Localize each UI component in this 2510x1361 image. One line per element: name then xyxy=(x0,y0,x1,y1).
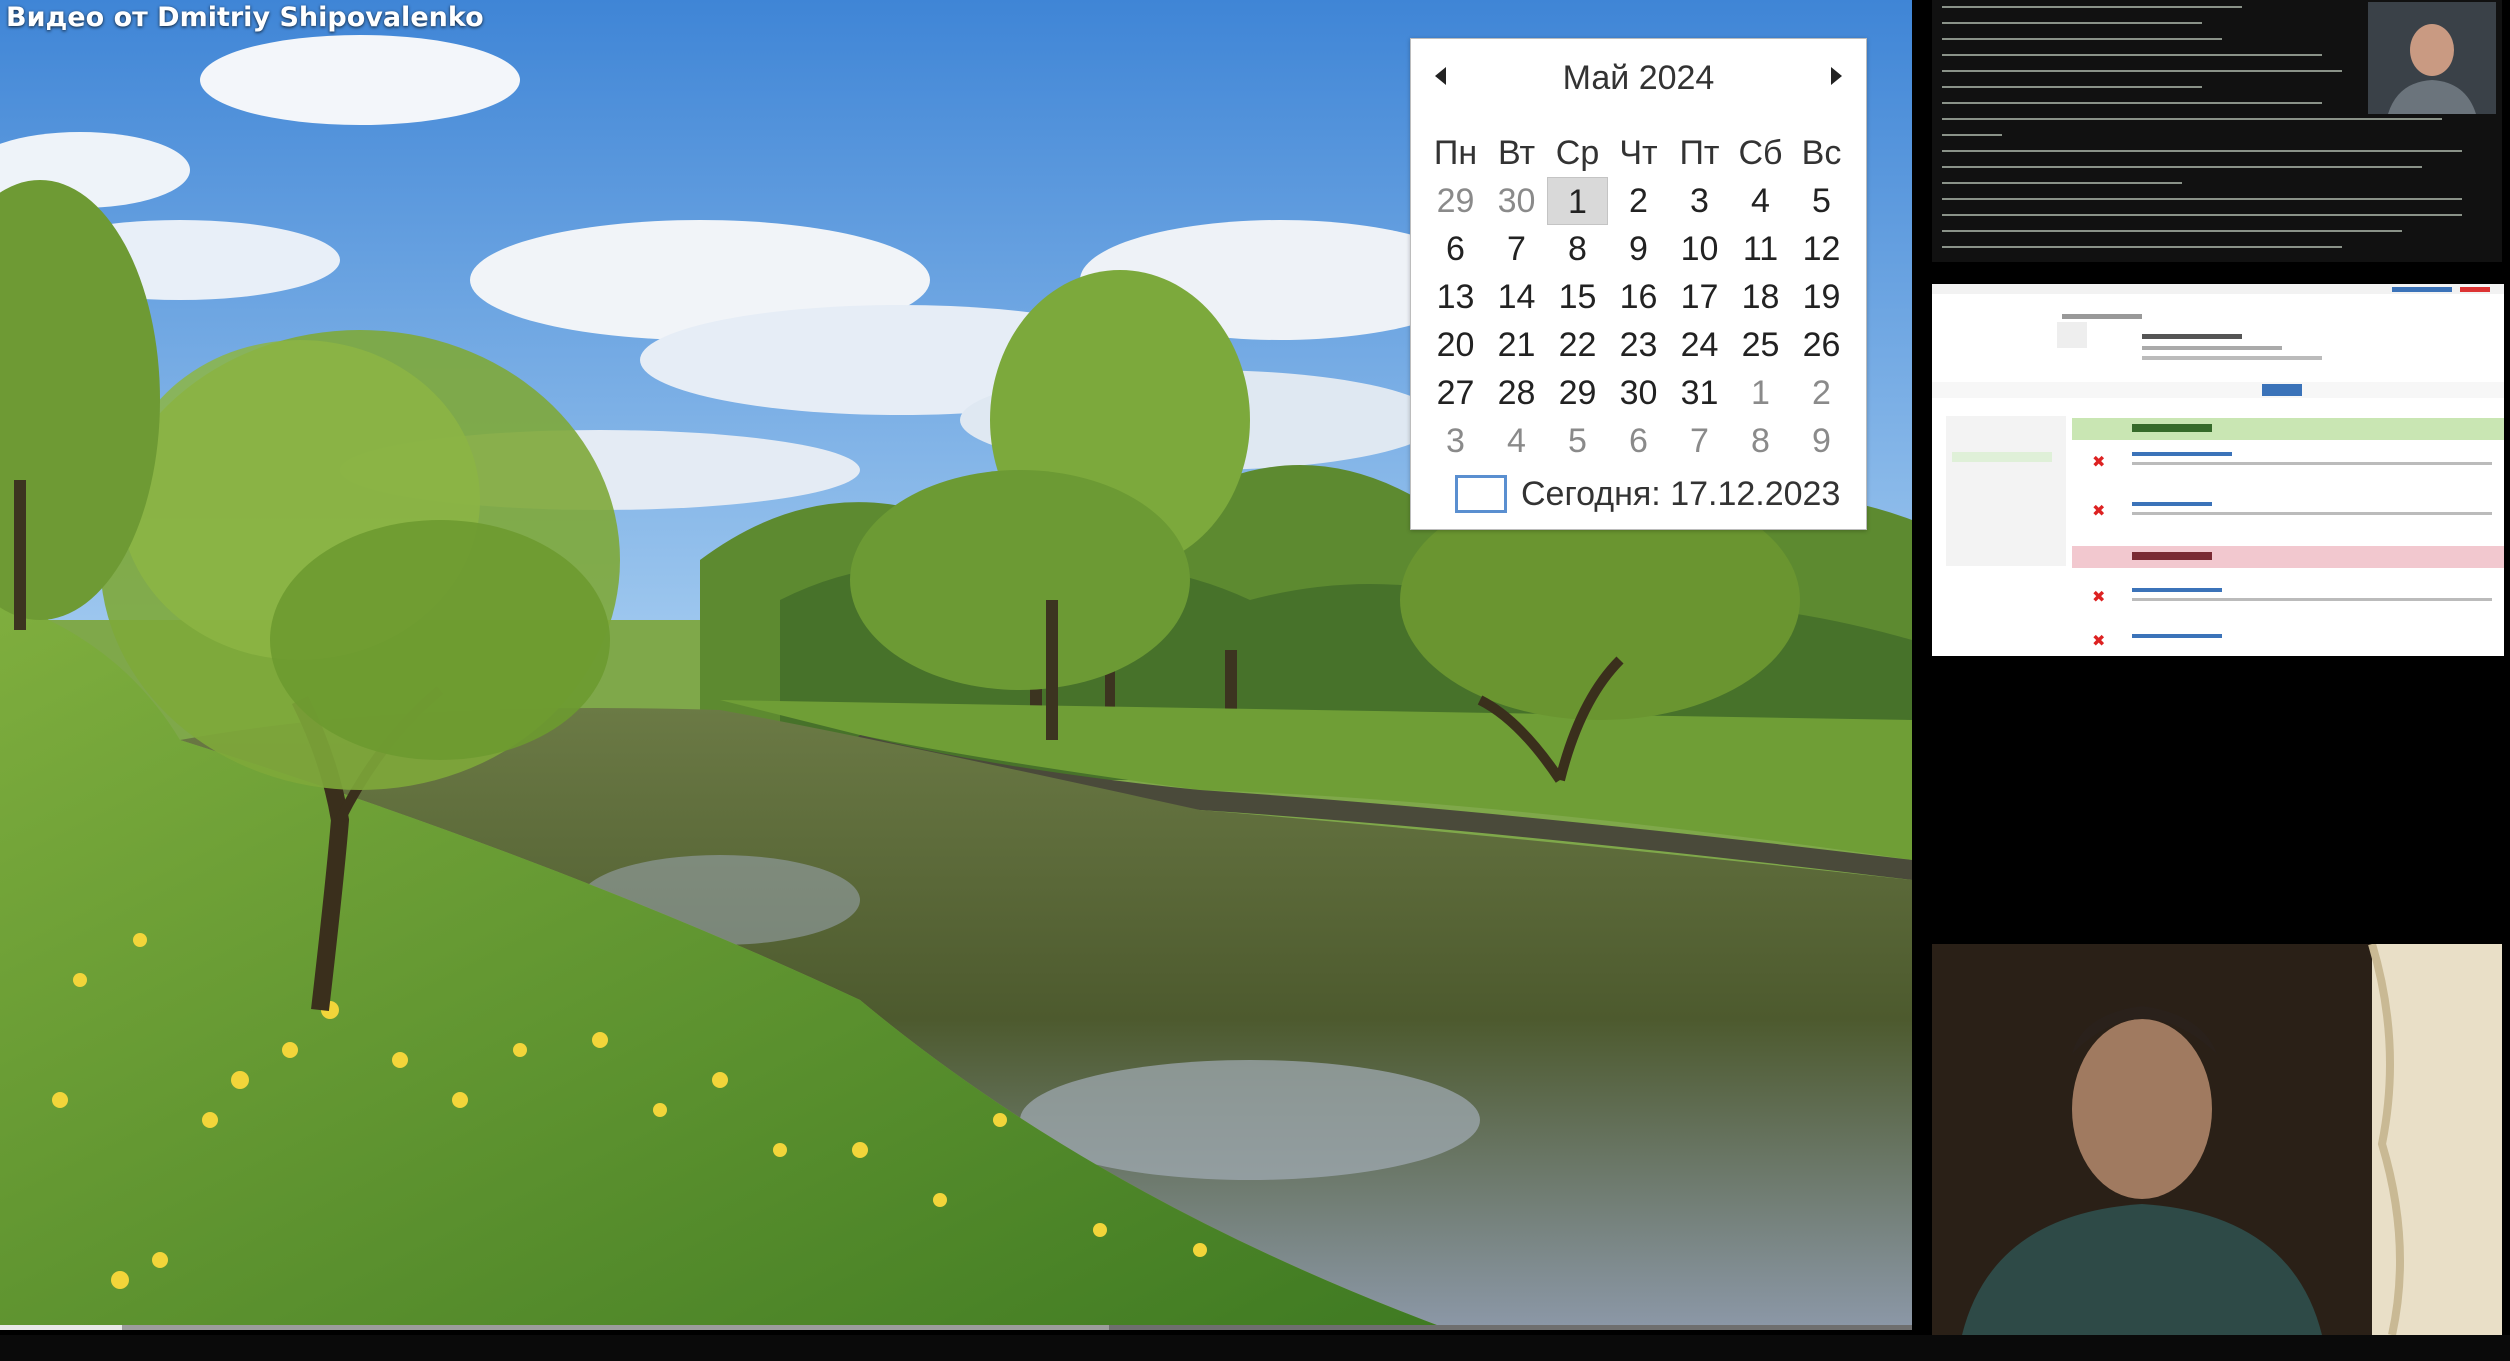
calendar-day[interactable]: 5 xyxy=(1791,177,1852,225)
calendar-day[interactable]: 9 xyxy=(1791,417,1852,465)
calendar-day-selected[interactable]: 1 xyxy=(1547,177,1608,225)
calendar-week-row: 3456789 xyxy=(1425,417,1853,465)
side-video-webcam[interactable] xyxy=(1932,944,2502,1335)
webpage-screenshot: ✖ ✖ ✖ ✖ xyxy=(1932,284,2504,656)
calendar-day[interactable]: 27 xyxy=(1425,369,1486,417)
calendar-week-row: 27 28 29 30 31 1 2 xyxy=(1425,369,1853,417)
calendar-week-row: 6 7 8 9 10 11 12 xyxy=(1425,225,1853,273)
calendar-day[interactable]: 1 xyxy=(1730,369,1791,417)
calendar-day[interactable]: 8 xyxy=(1730,417,1791,465)
calendar-day[interactable]: 9 xyxy=(1608,225,1669,273)
calendar-weekday-row: Пн Вт Ср Чт Пт Сб Вс xyxy=(1425,129,1853,177)
calendar-day[interactable]: 22 xyxy=(1547,321,1608,369)
calendar-day[interactable]: 29 xyxy=(1425,177,1486,225)
weekday-label: Вс xyxy=(1801,134,1842,172)
calendar-widget[interactable]: Май 2024 Пн Вт Ср Чт Пт Сб Вс 29 30 1 2 3 4 5 6… xyxy=(1410,38,1867,530)
player-controls-strip xyxy=(0,1335,2510,1361)
video-progress-fill xyxy=(0,1325,123,1330)
video-buffer-bar xyxy=(0,1325,1109,1330)
calendar-day[interactable]: 25 xyxy=(1730,321,1791,369)
calendar-week-row: 29 30 1 2 3 4 5 xyxy=(1425,177,1853,225)
calendar-day[interactable]: 13 xyxy=(1425,273,1486,321)
calendar-day[interactable]: 5 xyxy=(1547,417,1608,465)
today-marker-icon xyxy=(1455,475,1507,513)
calendar-grid: Пн Вт Ср Чт Пт Сб Вс 29 30 1 2 3 4 5 6 7 8 9 10 11 12… xyxy=(1425,129,1853,465)
weekday-label: Пн xyxy=(1433,134,1478,172)
calendar-day[interactable]: 3 xyxy=(1669,177,1730,225)
presenter-thumbnail xyxy=(2368,2,2496,114)
calendar-day[interactable]: 6 xyxy=(1425,225,1486,273)
svg-text:✖: ✖ xyxy=(2092,587,2105,606)
video-progress-bar[interactable] xyxy=(0,1325,1912,1330)
calendar-day[interactable]: 18 xyxy=(1730,273,1791,321)
calendar-day[interactable]: 26 xyxy=(1791,321,1852,369)
calendar-month-label[interactable]: Май 2024 xyxy=(1411,59,1866,98)
calendar-day[interactable]: 6 xyxy=(1608,417,1669,465)
calendar-week-row: 20 21 22 23 24 25 26 xyxy=(1425,321,1853,369)
calendar-day[interactable]: 8 xyxy=(1547,225,1608,273)
calendar-day[interactable]: 31 xyxy=(1669,369,1730,417)
svg-text:✖: ✖ xyxy=(2092,501,2105,520)
calendar-day[interactable]: 11 xyxy=(1730,225,1791,273)
calendar-today-link[interactable]: Сегодня: 17.12.2023 xyxy=(1455,469,1840,519)
webcam-image xyxy=(1932,944,2502,1335)
calendar-day[interactable]: 20 xyxy=(1425,321,1486,369)
person-icon xyxy=(2368,2,2496,114)
calendar-next-month-icon[interactable] xyxy=(1831,67,1842,85)
calendar-day[interactable]: 10 xyxy=(1669,225,1730,273)
calendar-day[interactable]: 14 xyxy=(1486,273,1547,321)
weekday-label: Пт xyxy=(1679,134,1720,172)
calendar-day[interactable]: 4 xyxy=(1730,177,1791,225)
calendar-day[interactable]: 23 xyxy=(1608,321,1669,369)
weekday-label: Чт xyxy=(1619,134,1658,172)
calendar-day[interactable]: 16 xyxy=(1608,273,1669,321)
calendar-day[interactable]: 24 xyxy=(1669,321,1730,369)
calendar-day[interactable]: 30 xyxy=(1608,369,1669,417)
calendar-day[interactable]: 30 xyxy=(1486,177,1547,225)
calendar-day[interactable]: 21 xyxy=(1486,321,1547,369)
svg-text:✖: ✖ xyxy=(2092,452,2105,471)
weekday-label: Вт xyxy=(1497,134,1536,172)
calendar-day[interactable]: 7 xyxy=(1669,417,1730,465)
side-video-webpage[interactable]: ✖ ✖ ✖ ✖ xyxy=(1932,284,2504,656)
weekday-label: Сб xyxy=(1738,134,1783,172)
video-title: Видео от Dmitriy Shipovalenko xyxy=(6,2,484,33)
calendar-day[interactable]: 15 xyxy=(1547,273,1608,321)
calendar-day[interactable]: 29 xyxy=(1547,369,1608,417)
today-label: Сегодня: 17.12.2023 xyxy=(1521,474,1841,513)
svg-text:✖: ✖ xyxy=(2092,631,2105,650)
side-video-notes[interactable] xyxy=(1932,0,2502,262)
calendar-day[interactable]: 4 xyxy=(1486,417,1547,465)
calendar-day[interactable]: 28 xyxy=(1486,369,1547,417)
calendar-day[interactable]: 17 xyxy=(1669,273,1730,321)
weekday-label: Ср xyxy=(1555,134,1600,172)
calendar-day[interactable]: 19 xyxy=(1791,273,1852,321)
calendar-week-row: 13 14 15 16 17 18 19 xyxy=(1425,273,1853,321)
calendar-day[interactable]: 2 xyxy=(1608,177,1669,225)
calendar-header: Май 2024 xyxy=(1411,57,1866,107)
calendar-day[interactable]: 3 xyxy=(1425,417,1486,465)
main-video-area[interactable]: Видео от Dmitriy Shipovalenko Май 2024 П… xyxy=(0,0,1912,1330)
calendar-day[interactable]: 7 xyxy=(1486,225,1547,273)
calendar-day[interactable]: 2 xyxy=(1791,369,1852,417)
calendar-day[interactable]: 12 xyxy=(1791,225,1852,273)
